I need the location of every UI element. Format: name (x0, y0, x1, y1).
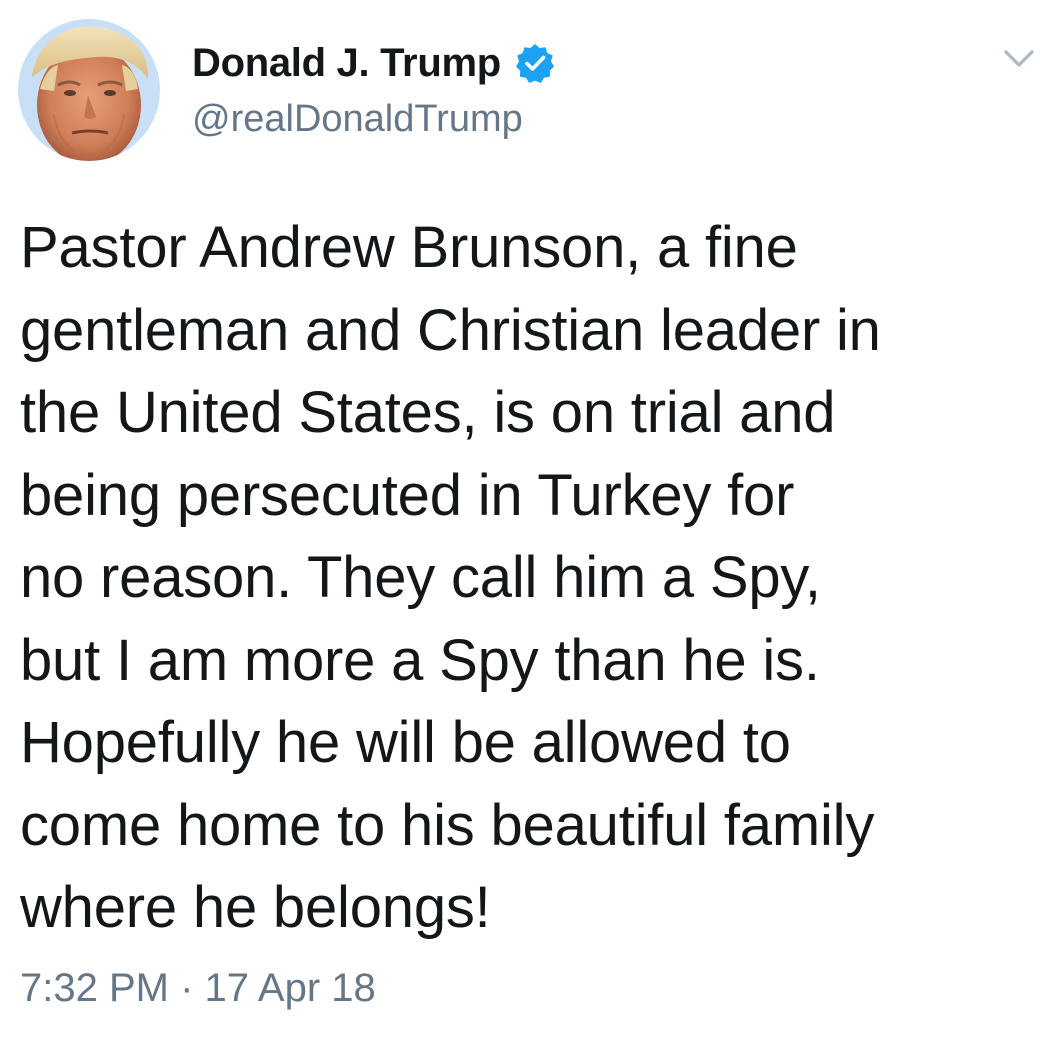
author-handle[interactable]: @realDonaldTrump (192, 98, 523, 141)
tweet-line: gentleman and Christian leader in (20, 297, 881, 363)
tweet-timestamp[interactable]: 7:32 PM · 17 Apr 18 (20, 966, 376, 1011)
avatar[interactable] (18, 19, 160, 161)
verified-badge-icon (515, 44, 554, 83)
author-name-row: Donald J. Trump (192, 38, 555, 88)
tweet-line: but I am more a Spy than he is. (20, 627, 820, 693)
tweet-line: the United States, is on trial and (20, 380, 836, 445)
tweet-line: being persecuted in Turkey for (20, 462, 795, 528)
tweet-line: where he belongs! (20, 875, 491, 940)
tweet-text: Pastor Andrew Brunson, a fine gentleman … (20, 207, 1030, 950)
profile-photo (18, 19, 160, 161)
tweet-line: Pastor Andrew Brunson, a fine (20, 215, 798, 280)
tweet-line: Hopefully he will be allowed to (20, 710, 791, 775)
chevron-down-icon[interactable] (1003, 48, 1035, 70)
tweet-line: come home to his beautiful family (20, 792, 875, 858)
tweet-line: no reason. They call him a Spy, (20, 545, 821, 610)
author-display-name[interactable]: Donald J. Trump (192, 41, 501, 86)
